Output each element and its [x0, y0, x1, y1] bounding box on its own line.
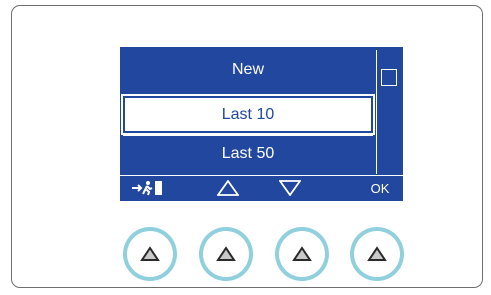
triangle-up-icon [140, 246, 160, 261]
triangle-up-icon [216, 246, 236, 261]
menu-item-label: New [231, 60, 264, 78]
hardware-button-2[interactable] [199, 227, 253, 281]
scrollbar-track[interactable] [376, 50, 400, 174]
triangle-up-icon [292, 246, 312, 261]
scrollbar-thumb[interactable] [381, 69, 397, 86]
hardware-button-face [203, 231, 249, 277]
triangle-up-outline-icon [216, 176, 240, 200]
device-panel: New Last 10 Last 50 OK [11, 5, 483, 288]
exit-running-man-icon [126, 176, 170, 200]
hardware-button-4[interactable] [350, 227, 404, 281]
menu-item-last-50[interactable]: Last 50 [123, 135, 373, 172]
triangle-up-icon [367, 246, 387, 261]
menu-item-last-10[interactable]: Last 10 [121, 94, 375, 135]
ok-softkey-label: OK [370, 180, 390, 196]
softkey-bar: OK [120, 175, 403, 201]
menu-item-label: Last 10 [221, 105, 275, 123]
hardware-button-face [127, 231, 173, 277]
hardware-button-3[interactable] [275, 227, 329, 281]
lcd-display: New Last 10 Last 50 OK [120, 47, 403, 201]
hardware-button-face [279, 231, 325, 277]
menu-item-new[interactable]: New [123, 50, 373, 89]
triangle-down-outline-icon [278, 176, 302, 200]
menu-item-label: Last 50 [221, 145, 275, 162]
hardware-button-1[interactable] [123, 227, 177, 281]
hardware-button-face [354, 231, 400, 277]
